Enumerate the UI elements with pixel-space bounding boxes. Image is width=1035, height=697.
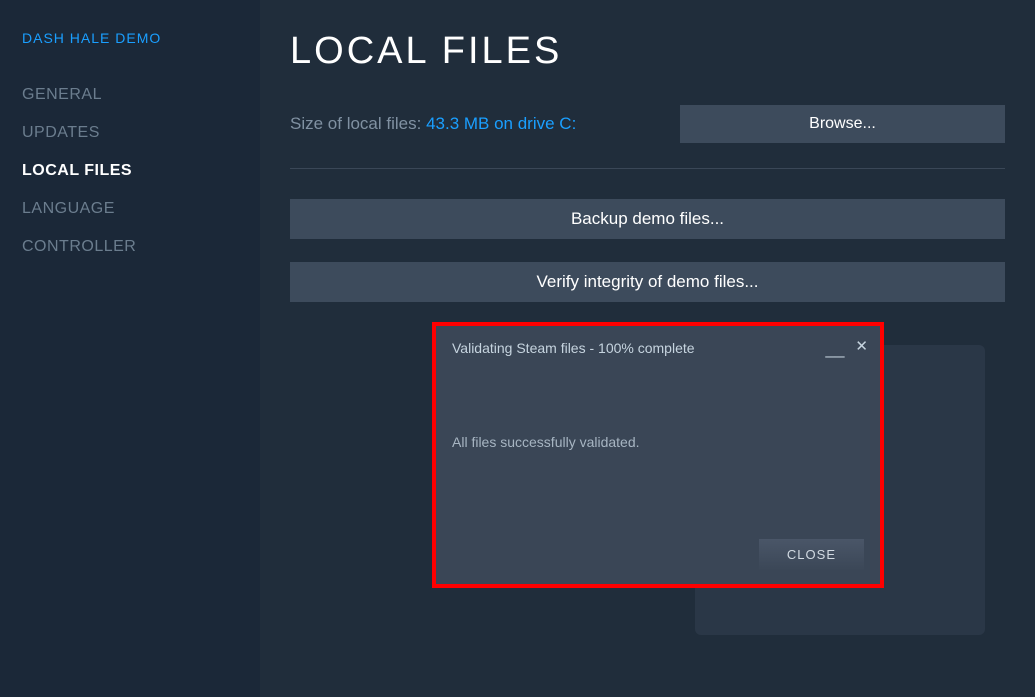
backup-button[interactable]: Backup demo files...	[290, 199, 1005, 239]
browse-button[interactable]: Browse...	[680, 105, 1005, 143]
validation-dialog: Validating Steam files - 100% complete _…	[436, 326, 880, 584]
size-label: Size of local files:	[290, 114, 426, 133]
dialog-close-icon[interactable]: ✕	[855, 337, 868, 355]
game-title: DASH HALE DEMO	[22, 30, 260, 46]
minimize-icon[interactable]: __	[826, 339, 845, 359]
dialog-window-controls: __ ✕	[826, 336, 869, 356]
dialog-message: All files successfully validated.	[452, 434, 864, 450]
sidebar-item-updates[interactable]: UPDATES	[22, 114, 260, 152]
verify-button[interactable]: Verify integrity of demo files...	[290, 262, 1005, 302]
divider	[290, 168, 1005, 169]
size-row: Size of local files: 43.3 MB on drive C:…	[290, 105, 1005, 143]
sidebar: DASH HALE DEMO GENERAL UPDATES LOCAL FIL…	[0, 0, 260, 697]
dialog-close-button[interactable]: CLOSE	[759, 539, 864, 570]
size-text: Size of local files: 43.3 MB on drive C:	[290, 114, 576, 134]
sidebar-item-controller[interactable]: CONTROLLER	[22, 228, 260, 266]
page-title: LOCAL FILES	[290, 30, 1005, 73]
sidebar-item-local-files[interactable]: LOCAL FILES	[22, 152, 260, 190]
dialog-title: Validating Steam files - 100% complete	[452, 340, 864, 356]
size-value: 43.3 MB on drive C:	[426, 114, 576, 133]
sidebar-item-general[interactable]: GENERAL	[22, 76, 260, 114]
dialog-footer: CLOSE	[759, 539, 864, 570]
sidebar-item-language[interactable]: LANGUAGE	[22, 190, 260, 228]
validation-dialog-highlight: Validating Steam files - 100% complete _…	[432, 322, 884, 588]
